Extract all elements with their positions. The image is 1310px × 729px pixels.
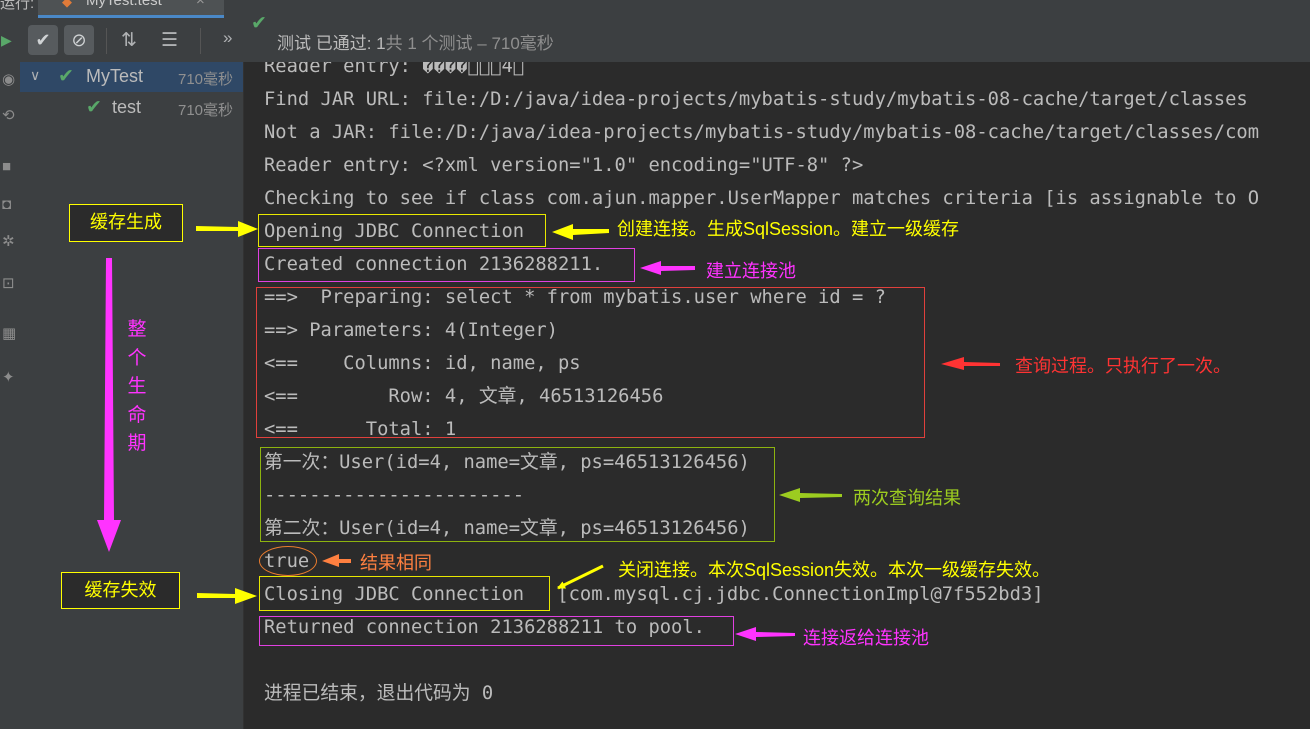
- arrow-diagonal: [557, 564, 604, 590]
- arrow-right-icon: [197, 588, 257, 604]
- arrow-left-icon: [322, 554, 351, 567]
- arrow-left-icon: [640, 261, 695, 275]
- arrow-left-icon: [552, 224, 609, 240]
- arrow-down-icon: [97, 258, 121, 552]
- arrow-left-icon: [941, 357, 1000, 370]
- arrow-right-icon: [196, 221, 258, 237]
- arrow-left-icon: [735, 627, 795, 641]
- annotation-arrows: [97, 221, 1000, 641]
- arrow-left-icon: [779, 488, 842, 502]
